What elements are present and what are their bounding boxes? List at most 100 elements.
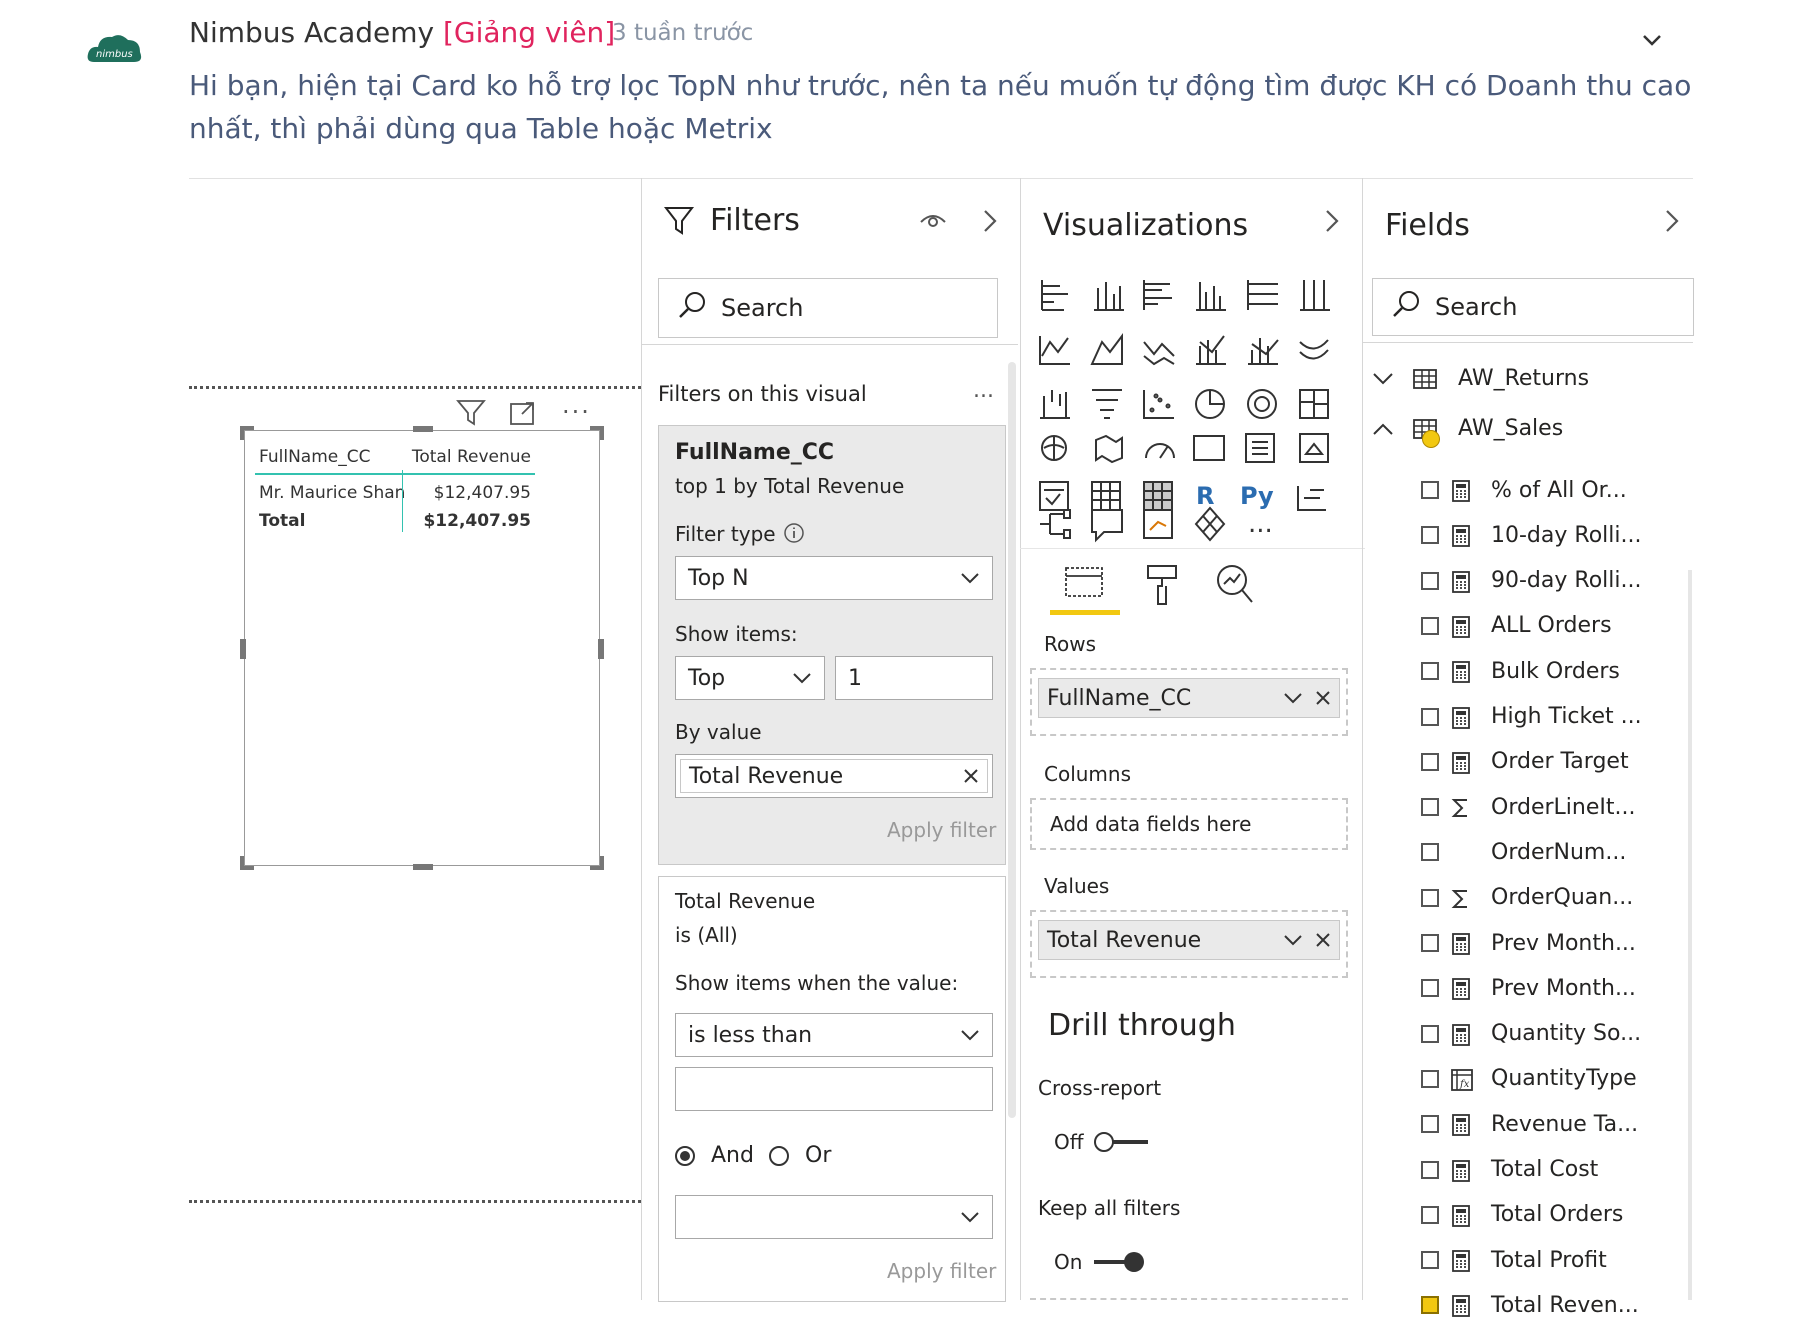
field-item[interactable]: Total Cost	[1421, 1150, 1598, 1190]
resize-handle[interactable]	[598, 639, 604, 659]
rows-field-pill[interactable]: FullName_CC	[1038, 678, 1340, 718]
field-item[interactable]: OrderNum...	[1421, 832, 1626, 872]
table-node-aw-returns[interactable]: AW_Returns	[1372, 366, 1589, 391]
collapse-visualizations-icon[interactable]	[1322, 208, 1342, 238]
field-checkbox[interactable]	[1421, 662, 1439, 681]
chevron-up-icon[interactable]	[1372, 421, 1394, 437]
show-items-direction-select[interactable]: Top	[675, 656, 825, 700]
chevron-down-icon[interactable]	[1283, 933, 1303, 947]
columns-well[interactable]: Add data fields here	[1030, 798, 1348, 850]
resize-handle[interactable]	[240, 856, 244, 870]
field-item[interactable]: fx QuantityType	[1421, 1059, 1637, 1099]
field-item[interactable]: Prev Month...	[1421, 968, 1636, 1008]
field-checkbox[interactable]	[1421, 571, 1439, 590]
field-item[interactable]: Quantity So...	[1421, 1014, 1641, 1054]
close-icon[interactable]	[1315, 932, 1331, 948]
field-item[interactable]: Total Profit	[1421, 1240, 1607, 1280]
field-item[interactable]: % of All Or...	[1421, 470, 1627, 510]
column-header[interactable]: Total Revenue	[411, 447, 535, 467]
more-options-icon[interactable]: ...	[973, 378, 994, 403]
field-item[interactable]: ALL Orders	[1421, 606, 1612, 646]
field-item[interactable]: Total Orders	[1421, 1195, 1623, 1235]
condition-select[interactable]: is less than	[675, 1013, 993, 1057]
chevron-down-icon[interactable]	[1640, 28, 1664, 52]
keep-filters-toggle[interactable]	[1094, 1250, 1150, 1274]
rows-well[interactable]: FullName_CC	[1030, 668, 1348, 736]
eye-icon[interactable]	[918, 208, 948, 236]
filter-card-total-revenue[interactable]: Total Revenue is (All) Show items when t…	[658, 876, 1006, 1302]
scrollbar[interactable]	[1008, 362, 1016, 1118]
chevron-down-icon[interactable]	[1372, 371, 1394, 387]
field-checkbox[interactable]	[1421, 707, 1439, 726]
filter-icon[interactable]	[456, 398, 486, 430]
field-checkbox[interactable]	[1421, 843, 1439, 862]
comment-author[interactable]: Nimbus Academy [Giảng viên]	[189, 16, 615, 49]
field-item[interactable]: 90-day Rolli...	[1421, 561, 1641, 601]
table-node-aw-sales[interactable]: AW_Sales	[1372, 416, 1563, 448]
and-radio[interactable]: And	[675, 1143, 754, 1168]
field-checkbox[interactable]	[1421, 1069, 1439, 1088]
resize-handle[interactable]	[240, 639, 246, 659]
more-options-icon[interactable]: ···	[562, 398, 591, 426]
radio-selected[interactable]	[675, 1145, 695, 1166]
drill-through-well[interactable]	[1030, 1298, 1348, 1302]
field-item[interactable]: OrderLineIt...	[1421, 787, 1635, 827]
format-paint-roller-icon[interactable]	[1142, 562, 1182, 610]
field-item[interactable]: Revenue Ta...	[1421, 1104, 1638, 1144]
field-item[interactable]: Prev Month...	[1421, 923, 1636, 963]
field-checkbox[interactable]	[1421, 934, 1439, 952]
second-condition-select[interactable]	[675, 1195, 993, 1239]
collapse-filters-icon[interactable]	[980, 208, 1000, 238]
table-visual[interactable]: FullName_CC Total Revenue Mr. Maurice Sh…	[240, 426, 604, 870]
condition-value-input[interactable]	[675, 1067, 993, 1111]
cross-report-toggle[interactable]	[1094, 1130, 1150, 1154]
or-radio[interactable]: Or	[769, 1143, 831, 1168]
field-item[interactable]: Total Reven...	[1421, 1285, 1639, 1325]
column-header[interactable]: FullName_CC	[255, 447, 411, 467]
show-items-count-input[interactable]: 1	[835, 656, 993, 700]
field-item[interactable]: OrderQuan...	[1421, 878, 1633, 918]
field-item[interactable]: Bulk Orders	[1421, 651, 1620, 691]
by-value-field[interactable]: Total Revenue	[680, 759, 988, 793]
fields-search-input[interactable]: Search	[1372, 278, 1694, 336]
values-well[interactable]: Total Revenue	[1030, 910, 1348, 978]
field-checkbox[interactable]	[1421, 752, 1439, 771]
field-checkbox[interactable]	[1421, 481, 1439, 499]
field-checkbox[interactable]	[1421, 1160, 1439, 1179]
field-item[interactable]: High Ticket ...	[1421, 697, 1642, 737]
apply-filter-button[interactable]: Apply filter	[887, 818, 996, 842]
resize-handle[interactable]	[600, 856, 604, 870]
info-icon[interactable]	[783, 522, 805, 548]
close-icon[interactable]	[1315, 690, 1331, 706]
field-checkbox[interactable]	[1421, 526, 1439, 545]
filter-type-select[interactable]: Top N	[675, 556, 993, 600]
resize-handle[interactable]	[413, 426, 433, 432]
fields-tab-icon[interactable]	[1064, 562, 1104, 606]
collapse-fields-icon[interactable]	[1662, 208, 1682, 238]
resize-handle[interactable]	[413, 864, 433, 870]
field-item[interactable]: 10-day Rolli...	[1421, 515, 1641, 555]
field-checkbox[interactable]	[1421, 1115, 1439, 1134]
author-name[interactable]: Nimbus Academy	[189, 16, 434, 49]
scrollbar[interactable]	[1688, 570, 1692, 1300]
field-checkbox[interactable]	[1421, 1205, 1439, 1224]
close-icon[interactable]	[963, 768, 979, 784]
filters-search-input[interactable]: Search	[658, 278, 998, 338]
apply-filter-button[interactable]: Apply filter	[887, 1259, 996, 1283]
field-checkbox[interactable]	[1421, 979, 1439, 998]
field-checkbox[interactable]	[1421, 1251, 1439, 1270]
values-field-pill[interactable]: Total Revenue	[1038, 920, 1340, 960]
focus-mode-icon[interactable]	[509, 400, 537, 430]
field-checkbox[interactable]	[1421, 1024, 1439, 1043]
by-value-well[interactable]: Total Revenue	[675, 754, 993, 798]
table-row[interactable]: Mr. Maurice Shan $12,407.95	[255, 479, 535, 507]
chevron-down-icon[interactable]	[1283, 691, 1303, 705]
resize-handle[interactable]	[240, 426, 244, 440]
field-item[interactable]: Order Target	[1421, 742, 1629, 782]
resize-handle[interactable]	[600, 426, 604, 440]
analytics-magnifier-icon[interactable]	[1214, 562, 1254, 610]
field-checkbox[interactable]	[1421, 1296, 1439, 1315]
field-checkbox[interactable]	[1421, 616, 1439, 635]
radio-unselected[interactable]	[769, 1145, 789, 1166]
field-checkbox[interactable]	[1421, 798, 1439, 817]
